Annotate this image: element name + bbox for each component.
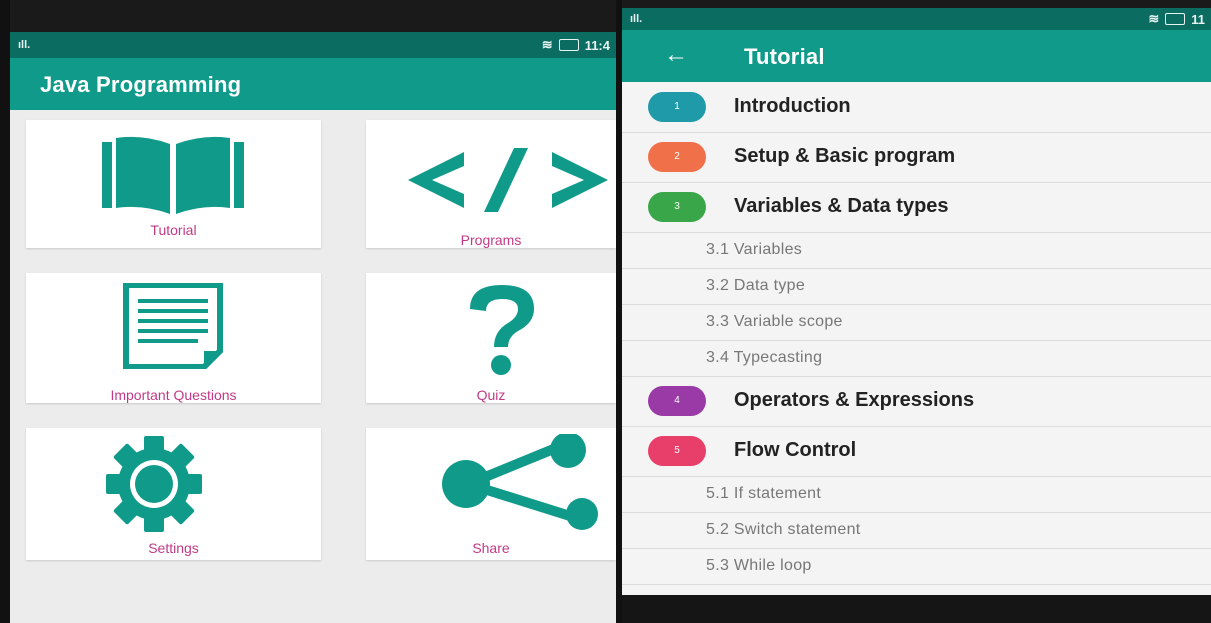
chapter-badge: 5 xyxy=(648,436,706,466)
quiz-card[interactable]: Quiz xyxy=(366,273,616,403)
question-icon xyxy=(470,285,534,375)
important-questions-label: Important Questions xyxy=(110,387,237,403)
tutorial-card[interactable]: Tutorial xyxy=(26,120,321,248)
book-icon xyxy=(102,136,244,214)
important-questions-card[interactable]: Important Questions xyxy=(26,273,321,403)
chapter-badge: 3 xyxy=(648,192,706,222)
chapter-title: Variables & Data types xyxy=(734,195,949,217)
tutorial-app-bar: ← Tutorial xyxy=(622,30,1211,82)
back-arrow-icon[interactable]: ← xyxy=(664,41,688,69)
settings-label: Settings xyxy=(148,540,199,556)
chapter-badge: 2 xyxy=(648,142,706,172)
chapter-title: Setup & Basic program xyxy=(734,145,956,167)
subtopic-title: 3.4 Typecasting xyxy=(706,349,823,366)
menu-grid: Tutorial Programs Important Questions Qu… xyxy=(10,110,616,623)
subtopic-title: 3.2 Data type xyxy=(706,277,806,294)
subtopic-item[interactable]: 3.3 Variable scope xyxy=(622,304,1211,341)
chapter-title: Flow Control xyxy=(734,439,857,461)
subtopic-item[interactable]: 5.1 If statement xyxy=(622,476,1211,513)
subtopic-item[interactable]: 3.4 Typecasting xyxy=(622,340,1211,377)
subtopic-item[interactable]: 5.2 Switch statement xyxy=(622,512,1211,549)
programs-label: Programs xyxy=(460,232,522,248)
chapter-title: Introduction xyxy=(734,95,851,117)
status-time-right: 11 xyxy=(1191,11,1205,27)
chapter-item[interactable]: 4 Operators & Expressions xyxy=(622,376,1211,427)
share-label: Share xyxy=(472,540,510,556)
subtopic-title: 5.1 If statement xyxy=(706,485,822,502)
settings-card[interactable]: Settings xyxy=(26,428,321,560)
battery-icon xyxy=(558,39,579,51)
chapter-title: Operators & Expressions xyxy=(734,389,975,411)
tutorial-screen: ıll. ≋ 11 ← Tutorial 1 Introduction 2 Se… xyxy=(622,0,1211,623)
chapter-item[interactable]: 2 Setup & Basic program xyxy=(622,132,1211,183)
signal-icon-right: ıll. xyxy=(630,13,643,25)
programs-card[interactable]: Programs xyxy=(366,120,616,248)
subtopic-title: 3.3 Variable scope xyxy=(706,313,843,330)
subtopic-title: 5.3 While loop xyxy=(706,557,812,574)
share-card[interactable]: Share xyxy=(366,428,616,560)
status-bar: ıll. ≋ 11:4 xyxy=(10,32,616,58)
chapter-badge: 4 xyxy=(648,386,706,416)
app-bar: Java Programming xyxy=(10,58,616,110)
subtopic-title: 5.2 Switch statement xyxy=(706,521,861,538)
chapter-item[interactable]: 3 Variables & Data types xyxy=(622,182,1211,233)
device-bezel xyxy=(622,595,1211,623)
tutorial-label: Tutorial xyxy=(150,222,197,238)
tutorial-title: Tutorial xyxy=(744,44,825,69)
share-icon xyxy=(442,434,598,530)
chapter-item[interactable]: 1 Introduction xyxy=(622,82,1211,133)
subtopic-item[interactable]: 5.3 While loop xyxy=(622,548,1211,585)
document-icon xyxy=(123,283,223,369)
wifi-icon: ≋ xyxy=(541,37,553,52)
subtopic-item[interactable]: 3.1 Variables xyxy=(622,232,1211,269)
subtopic-title: 3.1 Variables xyxy=(706,241,803,258)
home-screen: ıll. ≋ 11:4 Java Programming Tutorial Pr… xyxy=(10,0,616,623)
status-time: 11:4 xyxy=(584,37,610,53)
app-title: Java Programming xyxy=(40,72,242,97)
gear-icon xyxy=(106,436,202,532)
chapter-item[interactable]: 5 Flow Control xyxy=(622,426,1211,477)
quiz-label: Quiz xyxy=(476,387,506,403)
signal-icon: ıll. xyxy=(18,39,31,51)
battery-icon-right xyxy=(1165,13,1186,25)
subtopic-item[interactable]: 3.2 Data type xyxy=(622,268,1211,305)
chapter-list: 1 Introduction 2 Setup & Basic program 3… xyxy=(622,82,1211,595)
wifi-icon-right: ≋ xyxy=(1148,11,1160,26)
chapter-badge: 1 xyxy=(648,92,706,122)
code-icon xyxy=(408,148,608,212)
status-bar-right: ıll. ≋ 11 xyxy=(622,8,1211,30)
